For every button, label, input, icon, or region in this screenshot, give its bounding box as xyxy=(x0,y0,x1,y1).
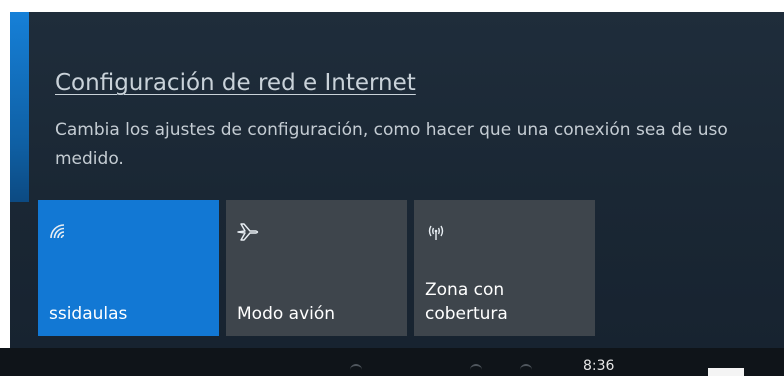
wifi-icon xyxy=(48,222,68,243)
airplane-mode-label: Modo avión xyxy=(237,304,336,324)
mobile-hotspot-label: Zona con cobertura xyxy=(425,280,508,324)
settings-description: Cambia los ajustes de configuración, com… xyxy=(55,120,728,169)
wifi-tile-label: ssidaulas xyxy=(49,304,128,324)
network-flyout: Configuración de red e Internet Cambia l… xyxy=(10,12,784,348)
accent-strip xyxy=(10,12,29,202)
tray-wifi-icon[interactable] xyxy=(350,364,362,376)
airplane-icon xyxy=(236,222,260,245)
mobile-hotspot-tile[interactable]: Zona con cobertura xyxy=(414,200,595,336)
screen: Configuración de red e Internet Cambia l… xyxy=(0,0,784,376)
taskbar-clock[interactable]: 8:36 xyxy=(583,358,614,374)
wifi-tile[interactable]: ssidaulas xyxy=(38,200,219,336)
action-center-icon[interactable] xyxy=(708,368,744,376)
network-settings-link[interactable]: Configuración de red e Internet xyxy=(55,70,416,96)
taskbar: 8:36 xyxy=(0,348,784,376)
tray-language-icon[interactable] xyxy=(520,364,532,376)
tray-volume-icon[interactable] xyxy=(470,364,482,376)
mobile-hotspot-icon xyxy=(424,222,448,245)
airplane-mode-tile[interactable]: Modo avión xyxy=(226,200,407,336)
